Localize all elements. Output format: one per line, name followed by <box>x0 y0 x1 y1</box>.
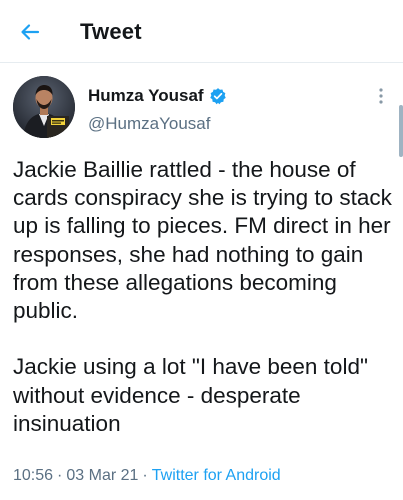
scrollbar[interactable] <box>399 105 403 157</box>
tweet-source-link[interactable]: Twitter for Android <box>152 467 281 485</box>
page-title: Tweet <box>80 19 142 44</box>
avatar-image <box>13 76 75 138</box>
author-name[interactable]: Humza Yousaf <box>88 86 204 106</box>
tweet-text: Jackie Baillie rattled - the house of ca… <box>13 157 392 436</box>
tweet-metadata: 10:56 · 03 Mar 21 · Twitter for Android <box>13 467 281 485</box>
verified-badge-icon <box>209 88 226 105</box>
avatar[interactable] <box>13 76 75 138</box>
more-options-button[interactable] <box>371 84 391 108</box>
tweet-date: 03 Mar 21 <box>66 467 139 484</box>
meta-separator: · <box>142 467 148 484</box>
author-name-row: Humza Yousaf <box>88 86 227 106</box>
tweet-detail-screen: Tweet Humza Yousaf @HumzaYousaf Jackie B… <box>0 0 403 500</box>
top-app-bar: Tweet <box>0 0 403 63</box>
author-handle[interactable]: @HumzaYousaf <box>88 114 210 134</box>
tweet-author: Humza Yousaf @HumzaYousaf <box>0 74 403 140</box>
meta-separator: · <box>57 467 63 484</box>
arrow-left-icon <box>21 24 40 40</box>
more-vertical-icon <box>379 88 383 104</box>
back-button[interactable] <box>10 14 50 50</box>
tweet-time: 10:56 <box>13 467 54 484</box>
